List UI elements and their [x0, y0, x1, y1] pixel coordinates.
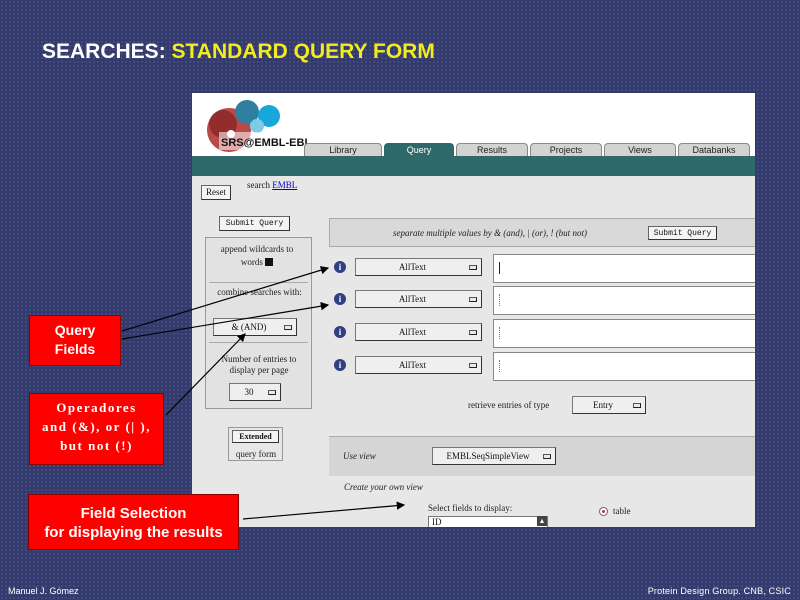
- use-view-label: Use view: [343, 451, 376, 461]
- entry-type-value: Entry: [593, 400, 613, 410]
- view-select[interactable]: EMBLSeqSimpleView: [432, 447, 556, 465]
- select-fields-label: Select fields to display:: [428, 503, 513, 513]
- slide-title-accent: STANDARD QUERY FORM: [171, 40, 435, 63]
- search-line: search EMBL: [247, 180, 297, 190]
- field-select-value: AllText: [398, 327, 427, 337]
- info-icon[interactable]: i: [334, 326, 346, 338]
- footer-affiliation: Protein Design Group. CNB, CSIC: [647, 586, 791, 596]
- tab-results[interactable]: Results: [456, 143, 528, 156]
- extended-button[interactable]: Extended: [232, 430, 279, 443]
- entry-type-select[interactable]: Entry: [572, 396, 646, 414]
- chevron-down-icon: [469, 330, 477, 335]
- left-submit-query-button[interactable]: Submit Query: [219, 216, 290, 231]
- fields-listbox[interactable]: ID ▲: [428, 516, 548, 527]
- query-options-panel: append wildcards to words combine search…: [205, 237, 312, 409]
- field-select-1[interactable]: AllText: [355, 258, 482, 276]
- tab-library[interactable]: Library: [304, 143, 382, 156]
- info-icon[interactable]: i: [334, 261, 346, 273]
- field-select-4[interactable]: AllText: [355, 356, 482, 374]
- combine-select-value: & (AND): [231, 322, 267, 332]
- query-form-label: query form: [235, 449, 277, 459]
- tab-views[interactable]: Views: [604, 143, 676, 156]
- fields-listbox-item[interactable]: ID: [432, 517, 442, 527]
- submit-query-button[interactable]: Submit Query: [648, 226, 717, 240]
- info-icon[interactable]: i: [334, 359, 346, 371]
- scroll-up-icon[interactable]: ▲: [537, 516, 547, 526]
- field-select-value: AllText: [398, 262, 427, 272]
- chevron-down-icon: [469, 265, 477, 270]
- panel-divider: [209, 342, 308, 343]
- text-caret: [499, 262, 500, 274]
- search-label: search: [247, 180, 270, 190]
- text-caret: [499, 294, 500, 306]
- operators-callout: Operadores and (&), or (| ), but not (!): [29, 393, 164, 465]
- view-select-value: EMBLSeqSimpleView: [446, 451, 530, 461]
- reset-button[interactable]: Reset: [201, 185, 231, 200]
- query-input-4[interactable]: [493, 352, 755, 381]
- text-caret: [499, 360, 500, 372]
- chevron-down-icon: [284, 325, 292, 330]
- tab-query[interactable]: Query: [384, 143, 454, 156]
- text-caret: [499, 327, 500, 339]
- query-fields-callout: Query Fields: [29, 315, 121, 366]
- search-db-link[interactable]: EMBL: [272, 180, 297, 190]
- wildcards-checkbox[interactable]: [265, 258, 274, 266]
- combine-label: combine searches with:: [217, 287, 302, 297]
- chevron-down-icon: [469, 297, 477, 302]
- footer-author: Manuel J. Gómez: [8, 586, 79, 596]
- table-radio-label: table: [613, 506, 631, 516]
- panel-divider: [209, 282, 308, 283]
- query-input-3[interactable]: [493, 319, 755, 348]
- chevron-down-icon: [268, 390, 276, 395]
- tab-projects[interactable]: Projects: [530, 143, 602, 156]
- srs-header: SRS@EMBL-EBI Library Query Results Proje…: [192, 93, 755, 176]
- slide-title-prefix: SEARCHES:: [42, 40, 166, 63]
- entries-per-page-select[interactable]: 30: [229, 383, 281, 401]
- tab-bar-underline: [192, 156, 755, 176]
- field-select-value: AllText: [398, 360, 427, 370]
- wildcards-label: append wildcards to words: [220, 244, 294, 267]
- entries-label: Number of entries to display per page: [221, 354, 297, 375]
- query-hint-bar: separate multiple values by & (and), | (…: [329, 218, 755, 247]
- chevron-down-icon: [469, 363, 477, 368]
- query-input-1[interactable]: [493, 254, 755, 283]
- srs-logo-text: SRS@EMBL-EBI: [221, 137, 308, 149]
- field-select-3[interactable]: AllText: [355, 323, 482, 341]
- chevron-down-icon: [543, 454, 551, 459]
- slide-title: SEARCHES: STANDARD QUERY FORM: [42, 40, 435, 64]
- field-select-2[interactable]: AllText: [355, 290, 482, 308]
- create-view-label: Create your own view: [344, 482, 423, 492]
- table-radio[interactable]: [599, 507, 608, 516]
- view-bar: Use view EMBLSeqSimpleView: [329, 436, 755, 476]
- srs-logo: SRS@EMBL-EBI: [207, 100, 313, 152]
- info-icon[interactable]: i: [334, 293, 346, 305]
- chevron-down-icon: [633, 403, 641, 408]
- srs-screenshot: SRS@EMBL-EBI Library Query Results Proje…: [192, 93, 755, 527]
- retrieve-label: retrieve entries of type: [468, 400, 550, 410]
- extended-form-box: Extended query form: [228, 427, 283, 461]
- query-input-2[interactable]: [493, 286, 755, 315]
- tab-databanks[interactable]: Databanks: [678, 143, 750, 156]
- combine-select[interactable]: & (AND): [213, 318, 297, 336]
- query-hint-text: separate multiple values by & (and), | (…: [393, 228, 587, 238]
- entries-select-value: 30: [244, 387, 254, 397]
- field-select-value: AllText: [398, 294, 427, 304]
- field-selection-callout: Field Selection for displaying the resul…: [28, 494, 239, 550]
